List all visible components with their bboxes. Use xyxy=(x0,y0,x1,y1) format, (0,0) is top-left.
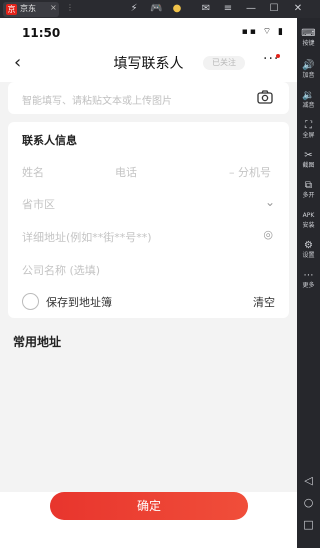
phone-field[interactable]: 电话 xyxy=(115,164,137,180)
jd-logo-icon: 京 xyxy=(6,4,17,15)
sidebar-label: 加音 xyxy=(302,72,315,79)
gamepad-icon[interactable]: 🎮 xyxy=(150,3,162,15)
multi-instance-icon: ⧉ xyxy=(304,180,313,191)
android-recent-icon[interactable]: □ xyxy=(297,518,320,531)
tab-label: 京东 xyxy=(20,4,36,13)
clear-button[interactable]: 清空 xyxy=(253,294,275,310)
app-tab[interactable]: 京 京东 × xyxy=(3,2,59,17)
section-title: 联系人信息 xyxy=(22,134,77,147)
fullscreen-button[interactable]: ⛶ 全屏 xyxy=(297,120,320,140)
save-to-addressbook-label: 保存到地址簿 xyxy=(46,296,112,309)
sidebar-label: 安装 xyxy=(302,222,315,229)
name-field[interactable]: 姓名 xyxy=(22,164,44,180)
mail-icon[interactable]: ✉ xyxy=(200,3,212,15)
sidebar-label: 截图 xyxy=(302,162,315,169)
keyboard-button[interactable]: ⌨ 按键 xyxy=(297,28,320,48)
extension-field[interactable]: – 分机号 xyxy=(229,164,271,180)
status-time: 11:50 xyxy=(22,26,61,40)
common-address-heading: 常用地址 xyxy=(13,335,62,349)
emulator-sidebar: ⌨ 按键 🔊 加音 🔉 减音 ⛶ 全屏 ✂ 截图 ⧉ 多开 APK 安装 ⚙ 设… xyxy=(297,18,320,548)
chevron-down-icon[interactable]: ⌄ xyxy=(265,195,275,209)
minimize-icon[interactable]: — xyxy=(245,3,257,15)
page-title: 填写联系人 xyxy=(113,56,184,72)
nav-bar: ‹ 填写联系人 已关注 ··· xyxy=(0,44,297,82)
sidebar-label: 多开 xyxy=(302,192,315,199)
screenshot-button[interactable]: ✂ 截图 xyxy=(297,150,320,170)
install-apk-icon: APK xyxy=(302,212,315,219)
smart-fill-input[interactable]: 智能填写、请粘贴文本或上传图片 xyxy=(22,92,172,107)
volume-up-icon: 🔊 xyxy=(302,60,315,71)
fullscreen-icon: ⛶ xyxy=(305,120,312,131)
contact-info-card: 联系人信息 姓名 电话 – 分机号 省市区 ⌄ 详细地址(例如**街**号**)… xyxy=(8,122,289,318)
more-icon: ⋯ xyxy=(303,270,314,281)
tab-close-icon[interactable]: × xyxy=(50,3,57,12)
android-home-icon[interactable]: ○ xyxy=(297,496,320,509)
sidebar-label: 更多 xyxy=(302,282,315,289)
smart-fill-card[interactable]: 智能填写、请粘贴文本或上传图片 xyxy=(8,82,289,114)
keyboard-icon: ⌨ xyxy=(301,28,316,39)
region-field[interactable]: 省市区 xyxy=(22,196,55,212)
multi-instance-button[interactable]: ⧉ 多开 xyxy=(297,180,320,200)
volume-down-button[interactable]: 🔉 减音 xyxy=(297,90,320,110)
sidebar-label: 设置 xyxy=(302,252,315,259)
menu-icon[interactable]: ≡ xyxy=(222,3,234,15)
app-icon[interactable]: ⚡ xyxy=(128,3,140,15)
location-icon[interactable]: ◎ xyxy=(263,228,273,241)
notification-dot xyxy=(276,54,280,58)
settings-icon: ⚙ xyxy=(304,240,313,251)
sidebar-label: 减音 xyxy=(302,102,315,109)
settings-button[interactable]: ⚙ 设置 xyxy=(297,240,320,260)
install-apk-button[interactable]: APK 安装 xyxy=(297,210,320,230)
sidebar-label: 全屏 xyxy=(302,132,315,139)
camera-icon[interactable] xyxy=(257,90,273,104)
status-bar: 11:50 ▪▪ ⌔ ▮ xyxy=(0,18,297,44)
phone-screen: 11:50 ▪▪ ⌔ ▮ ‹ 填写联系人 已关注 ··· 智能填写、请粘贴文本或… xyxy=(0,18,297,548)
emulator-titlebar: 京 京东 × ⋮ ⚡ 🎮 ● ✉ ≡ — ☐ ✕ xyxy=(0,0,320,18)
volume-down-icon: 🔉 xyxy=(302,90,315,101)
sidebar-label: 按键 xyxy=(302,40,315,47)
restore-icon[interactable]: ☐ xyxy=(268,3,280,15)
android-back-icon[interactable]: ◁ xyxy=(297,474,320,487)
volume-up-button[interactable]: 🔊 加音 xyxy=(297,60,320,80)
save-to-addressbook-checkbox[interactable] xyxy=(22,293,39,310)
signal-wifi-battery-icon: ▪▪ ⌔ ▮ xyxy=(241,27,285,37)
followed-badge[interactable]: 已关注 xyxy=(203,56,245,70)
more-button[interactable]: ⋯ 更多 xyxy=(297,270,320,290)
avatar-icon[interactable]: ● xyxy=(171,3,183,15)
confirm-button[interactable]: 确定 xyxy=(50,492,248,520)
company-field[interactable]: 公司名称 (选填) xyxy=(22,262,100,278)
screenshot-icon: ✂ xyxy=(304,150,313,161)
tab-divider: ⋮ xyxy=(66,3,74,12)
address-field[interactable]: 详细地址(例如**街**号**) xyxy=(22,229,152,245)
close-icon[interactable]: ✕ xyxy=(292,3,304,15)
